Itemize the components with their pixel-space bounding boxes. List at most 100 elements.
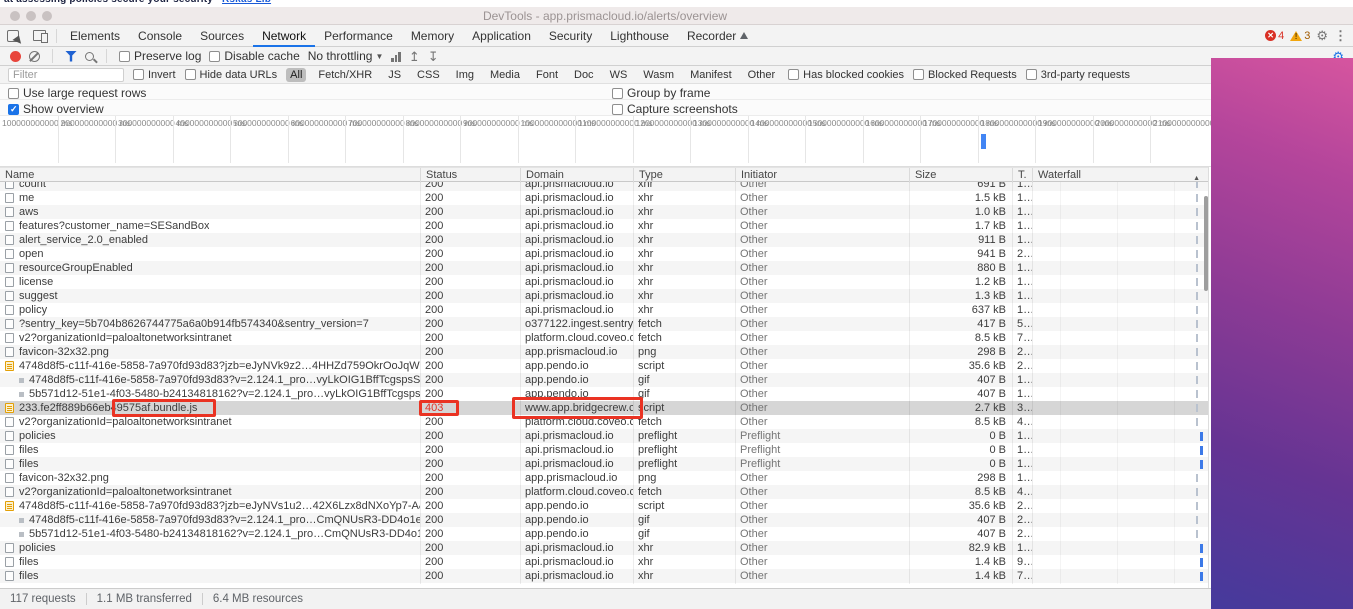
request-row[interactable]: favicon-32x32.png200app.prismacloud.iopn… [0,471,1208,485]
request-row[interactable]: 5b571d12-51e1-4f03-5480-b24134818162?v=2… [0,527,1208,541]
use-large-request-rows-checkbox[interactable]: Use large request rows [8,86,146,100]
tab-recorder[interactable]: Recorder [678,25,757,47]
filter-type-all[interactable]: All [286,68,306,82]
request-name-cell[interactable]: ?sentry_key=5b704b8626744775a6a0b914fb57… [0,317,420,331]
request-row[interactable]: policy200api.prismacloud.ioxhrOther637 k… [0,303,1208,317]
clear-network-log-icon[interactable] [29,51,40,62]
preserve-log-checkbox[interactable]: Preserve log [119,49,201,63]
filter-type-font[interactable]: Font [532,68,562,82]
third-party-requests-checkbox[interactable]: 3rd-party requests [1026,69,1130,81]
request-name-cell[interactable]: 4748d8f5-c11f-416e-5858-7a970fd93d83?v=2… [0,513,420,527]
request-name-cell[interactable]: files [0,555,420,569]
request-name-cell[interactable]: favicon-32x32.png [0,471,420,485]
request-row[interactable]: features?customer_name=SESandBox200api.p… [0,219,1208,233]
network-overview-timeline[interactable]: 100000000000 ms200000000000 ms3000000000… [0,116,1211,167]
request-row[interactable]: files200api.prismacloud.iopreflightPrefl… [0,457,1208,471]
request-name-cell[interactable]: alert_service_2.0_enabled [0,233,420,247]
request-row[interactable]: 4748d8f5-c11f-416e-5858-7a970fd93d83?jzb… [0,359,1208,373]
request-name-cell[interactable]: policies [0,429,420,443]
filter-type-wasm[interactable]: Wasm [639,68,678,82]
request-row[interactable]: files200api.prismacloud.ioxhrOther1.4 kB… [0,555,1208,569]
blocked-requests-checkbox[interactable]: Blocked Requests [913,69,1017,81]
request-row[interactable]: 4748d8f5-c11f-416e-5858-7a970fd93d83?v=2… [0,513,1208,527]
tab-application[interactable]: Application [463,25,540,47]
filter-type-fetch-xhr[interactable]: Fetch/XHR [314,68,376,82]
request-row[interactable]: alert_service_2.0_enabled200api.prismacl… [0,233,1208,247]
search-icon[interactable] [85,52,94,61]
show-overview-checkbox[interactable]: Show overview [8,102,104,116]
request-name-cell[interactable]: resourceGroupEnabled [0,261,420,275]
tab-memory[interactable]: Memory [402,25,463,47]
request-name-cell[interactable]: 5b571d12-51e1-4f03-5480-b24134818162?v=2… [0,527,420,541]
hide-data-urls-checkbox[interactable]: Hide data URLs [185,69,278,81]
disable-cache-checkbox[interactable]: Disable cache [209,49,299,63]
request-name-cell[interactable]: 4748d8f5-c11f-416e-5858-7a970fd93d83?jzb… [0,359,420,373]
request-name-cell[interactable]: open [0,247,420,261]
request-row[interactable]: me200api.prismacloud.ioxhrOther1.5 kB1… [0,191,1208,205]
filter-type-ws[interactable]: WS [606,68,632,82]
invert-checkbox[interactable]: Invert [133,69,176,81]
console-warnings-badge[interactable]: 3 [1290,30,1310,42]
tab-sources[interactable]: Sources [191,25,253,47]
request-name-cell[interactable]: me [0,191,420,205]
request-row[interactable]: ?sentry_key=5b704b8626744775a6a0b914fb57… [0,317,1208,331]
request-name-cell[interactable]: 4748d8f5-c11f-416e-5858-7a970fd93d83?jzb… [0,499,420,513]
request-name-cell[interactable]: v2?organizationId=paloaltonetworksintran… [0,485,420,499]
background-clipped-link[interactable]: Rskas Lib [222,0,271,5]
request-name-cell[interactable]: v2?organizationId=paloaltonetworksintran… [0,331,420,345]
column-header-type[interactable]: Type [633,168,735,183]
request-row[interactable]: files200api.prismacloud.iopreflightPrefl… [0,443,1208,457]
tab-elements[interactable]: Elements [61,25,129,47]
request-name-cell[interactable]: features?customer_name=SESandBox [0,219,420,233]
request-row[interactable]: favicon-32x32.png200app.prismacloud.iopn… [0,345,1208,359]
request-row[interactable]: policies200api.prismacloud.ioxhrOther82.… [0,541,1208,555]
group-by-frame-checkbox[interactable]: Group by frame [612,86,710,100]
filter-type-img[interactable]: Img [452,68,478,82]
request-row[interactable]: license200api.prismacloud.ioxhrOther1.2 … [0,275,1208,289]
request-name-cell[interactable]: files [0,569,420,583]
filter-type-doc[interactable]: Doc [570,68,598,82]
column-header-waterfall[interactable]: Waterfall▲ [1032,168,1208,183]
request-name-cell[interactable]: favicon-32x32.png [0,345,420,359]
request-name-cell[interactable]: files [0,443,420,457]
throttling-dropdown[interactable]: No throttling▼ [308,49,384,63]
filter-type-other[interactable]: Other [744,68,780,82]
column-header-t[interactable]: T. [1012,168,1032,183]
request-row[interactable]: 4748d8f5-c11f-416e-5858-7a970fd93d83?jzb… [0,499,1208,513]
request-row[interactable]: v2?organizationId=paloaltonetworksintran… [0,331,1208,345]
request-row[interactable]: files200api.prismacloud.ioxhrOther1.4 kB… [0,569,1208,583]
request-row[interactable]: count200api.prismacloud.ioxhrOther691 B1… [0,182,1208,191]
column-header-name[interactable]: Name [0,168,420,183]
request-row[interactable]: open200api.prismacloud.ioxhrOther941 B2… [0,247,1208,261]
request-name-cell[interactable]: policies [0,541,420,555]
has-blocked-cookies-checkbox[interactable]: Has blocked cookies [788,69,904,81]
tab-security[interactable]: Security [540,25,601,47]
tab-network[interactable]: Network [253,25,315,47]
filter-type-media[interactable]: Media [486,68,524,82]
column-header-domain[interactable]: Domain [520,168,633,183]
import-har-icon[interactable]: ↥ [409,50,420,63]
request-row[interactable]: resourceGroupEnabled200api.prismacloud.i… [0,261,1208,275]
network-conditions-icon[interactable] [391,51,401,62]
toggle-device-toolbar-button[interactable] [26,25,52,46]
more-options-icon[interactable]: ⋮ [1334,29,1347,42]
tab-performance[interactable]: Performance [315,25,402,47]
column-header-status[interactable]: Status [420,168,520,183]
request-name-cell[interactable]: policy [0,303,420,317]
request-name-cell[interactable]: count [0,182,420,191]
inspect-element-button[interactable] [0,25,26,46]
request-name-cell[interactable]: license [0,275,420,289]
filter-type-css[interactable]: CSS [413,68,444,82]
request-name-cell[interactable]: files [0,457,420,471]
filter-input[interactable] [8,68,124,82]
capture-screenshots-checkbox[interactable]: Capture screenshots [612,102,738,116]
tab-console[interactable]: Console [129,25,191,47]
column-header-size[interactable]: Size [909,168,1012,183]
request-row[interactable]: policies200api.prismacloud.iopreflightPr… [0,429,1208,443]
console-errors-badge[interactable]: ✕4 [1265,30,1284,42]
request-row[interactable]: 4748d8f5-c11f-416e-5858-7a970fd93d83?v=2… [0,373,1208,387]
request-row[interactable]: aws200api.prismacloud.ioxhrOther1.0 kB1… [0,205,1208,219]
tab-lighthouse[interactable]: Lighthouse [601,25,678,47]
record-network-log-button[interactable] [10,51,21,62]
request-name-cell[interactable]: suggest [0,289,420,303]
